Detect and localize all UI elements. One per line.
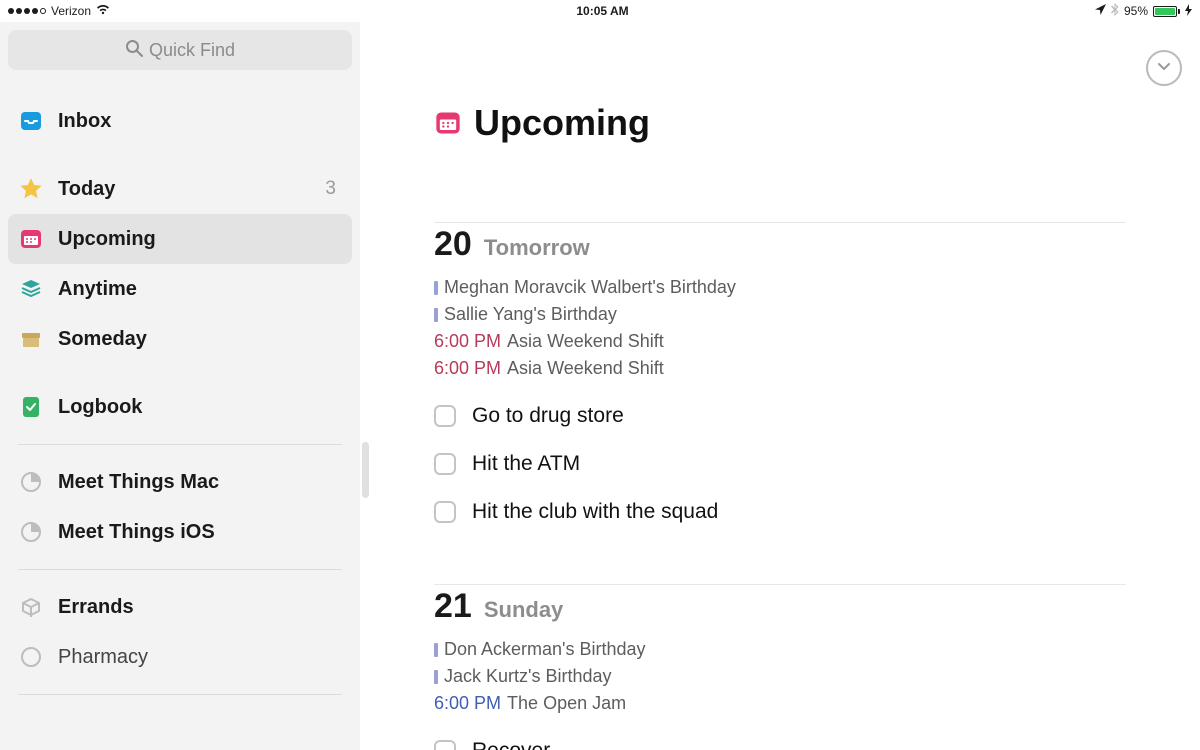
event-time: 6:00 PM <box>434 328 501 355</box>
app-container: Quick Find Inbox Today 3 <box>0 22 1200 750</box>
calendar-event: Don Ackerman's Birthday <box>434 636 1126 663</box>
calendar-event: Jack Kurtz's Birthday <box>434 663 1126 690</box>
search-placeholder: Quick Find <box>149 40 235 61</box>
chevron-down-icon <box>1155 57 1173 80</box>
sidebar-item-inbox[interactable]: Inbox <box>8 96 352 146</box>
event-time: 6:00 PM <box>434 355 501 382</box>
status-bar-left: Verizon <box>8 4 110 18</box>
status-bar: Verizon 10:05 AM 95% <box>0 0 1200 22</box>
calendar-event: 6:00 PMThe Open Jam <box>434 690 1126 717</box>
sidebar-item-today[interactable]: Today 3 <box>8 164 352 214</box>
todo-item[interactable]: Hit the ATM <box>434 452 1126 476</box>
todo-text: Recover <box>472 739 550 750</box>
calendar-event: Sallie Yang's Birthday <box>434 301 1126 328</box>
sidebar-item-label: Anytime <box>58 278 137 301</box>
sidebar-item-upcoming[interactable]: Upcoming <box>8 214 352 264</box>
star-icon <box>18 176 44 202</box>
inbox-icon <box>18 108 44 134</box>
day-section-0: 20 Tomorrow Meghan Moravcik Walbert's Bi… <box>434 222 1126 524</box>
sidebar-area-errands[interactable]: Errands <box>8 582 352 632</box>
progress-circle-icon <box>18 519 44 545</box>
calendar-icon <box>434 109 462 137</box>
event-bar-icon <box>434 308 438 322</box>
charging-icon <box>1185 4 1192 19</box>
sidebar-item-logbook[interactable]: Logbook <box>8 382 352 432</box>
status-bar-right: 95% <box>1095 3 1192 19</box>
day-number: 20 <box>434 225 472 264</box>
page-title-row: Upcoming <box>434 102 1126 144</box>
sidebar-project-1[interactable]: Meet Things iOS <box>8 507 352 557</box>
sidebar-item-label: Upcoming <box>58 228 156 251</box>
day-todos: Go to drug store Hit the ATM Hit the clu… <box>434 404 1126 524</box>
day-events: Meghan Moravcik Walbert's Birthday Salli… <box>434 274 1126 382</box>
logbook-icon <box>18 394 44 420</box>
event-bar-icon <box>434 670 438 684</box>
day-events: Don Ackerman's Birthday Jack Kurtz's Bir… <box>434 636 1126 717</box>
main-content: Upcoming 20 Tomorrow Meghan Moravcik Wal… <box>360 22 1200 750</box>
sidebar-divider <box>18 444 342 445</box>
calendar-icon <box>18 226 44 252</box>
sidebar-area-pharmacy[interactable]: Pharmacy <box>8 632 352 682</box>
sidebar: Quick Find Inbox Today 3 <box>0 22 360 750</box>
status-bar-time: 10:05 AM <box>576 4 628 18</box>
calendar-event: 6:00 PMAsia Weekend Shift <box>434 355 1126 382</box>
day-header: 20 Tomorrow <box>434 222 1126 264</box>
sidebar-item-label: Inbox <box>58 110 111 133</box>
event-bar-icon <box>434 643 438 657</box>
todo-text: Hit the ATM <box>472 452 580 476</box>
collapse-button[interactable] <box>1146 50 1182 86</box>
search-input[interactable]: Quick Find <box>8 30 352 70</box>
sidebar-item-label: Someday <box>58 328 147 351</box>
day-number: 21 <box>434 587 472 626</box>
day-label: Tomorrow <box>484 235 590 261</box>
sidebar-area-label: Pharmacy <box>58 646 148 669</box>
search-icon <box>125 39 143 62</box>
event-time: 6:00 PM <box>434 690 501 717</box>
battery-icon <box>1153 6 1180 17</box>
sidebar-item-count: 3 <box>325 178 342 200</box>
bluetooth-icon <box>1111 3 1119 19</box>
circle-icon <box>18 644 44 670</box>
sidebar-item-someday[interactable]: Someday <box>8 314 352 364</box>
sidebar-main-list: Inbox Today 3 Upcoming Anyti <box>8 96 352 432</box>
wifi-icon <box>96 4 110 18</box>
day-header: 21 Sunday <box>434 584 1126 626</box>
todo-checkbox[interactable] <box>434 740 456 750</box>
sidebar-area-label: Errands <box>58 596 134 619</box>
todo-item[interactable]: Recover <box>434 739 1126 750</box>
sidebar-project-label: Meet Things iOS <box>58 521 215 544</box>
day-section-1: 21 Sunday Don Ackerman's Birthday Jack K… <box>434 584 1126 750</box>
todo-text: Hit the club with the squad <box>472 500 718 524</box>
location-icon <box>1095 4 1106 18</box>
sidebar-item-label: Logbook <box>58 396 142 419</box>
battery-percent: 95% <box>1124 4 1148 18</box>
todo-text: Go to drug store <box>472 404 624 428</box>
page-title: Upcoming <box>474 102 650 144</box>
sidebar-project-0[interactable]: Meet Things Mac <box>8 457 352 507</box>
calendar-event: 6:00 PMAsia Weekend Shift <box>434 328 1126 355</box>
event-bar-icon <box>434 281 438 295</box>
progress-circle-icon <box>18 469 44 495</box>
day-label: Sunday <box>484 597 563 623</box>
sidebar-divider <box>18 694 342 695</box>
signal-dots-icon <box>8 8 46 14</box>
archive-icon <box>18 326 44 352</box>
todo-checkbox[interactable] <box>434 453 456 475</box>
calendar-event: Meghan Moravcik Walbert's Birthday <box>434 274 1126 301</box>
sidebar-item-label: Today <box>58 178 115 201</box>
sidebar-divider <box>18 569 342 570</box>
layers-icon <box>18 276 44 302</box>
box-icon <box>18 594 44 620</box>
sidebar-item-anytime[interactable]: Anytime <box>8 264 352 314</box>
carrier-label: Verizon <box>51 4 91 18</box>
todo-checkbox[interactable] <box>434 501 456 523</box>
todo-checkbox[interactable] <box>434 405 456 427</box>
day-todos: Recover <box>434 739 1126 750</box>
todo-item[interactable]: Hit the club with the squad <box>434 500 1126 524</box>
sidebar-project-label: Meet Things Mac <box>58 471 219 494</box>
todo-item[interactable]: Go to drug store <box>434 404 1126 428</box>
